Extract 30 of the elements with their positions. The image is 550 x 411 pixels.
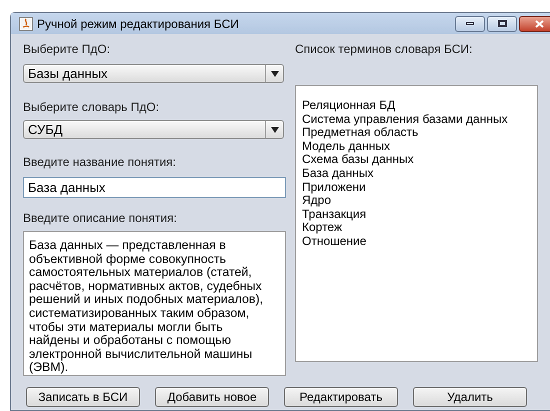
- concept-name-field[interactable]: База данных: [23, 177, 286, 198]
- close-button[interactable]: [519, 16, 550, 32]
- term-list-item[interactable]: Приложени: [302, 180, 531, 194]
- dropdown[interactable]: Базы данных: [23, 64, 284, 83]
- window-title: Ручной режим редактирования БСИ: [37, 16, 240, 32]
- term-list-item[interactable]: Ядро: [302, 194, 531, 208]
- action-button[interactable]: Добавить новое: [155, 387, 269, 407]
- term-list-item[interactable]: Схема базы данных: [302, 153, 531, 167]
- close-icon: [534, 20, 544, 28]
- term-list-item[interactable]: Транзакция: [302, 208, 531, 222]
- term-list-item[interactable]: Кортеж: [302, 221, 531, 235]
- term-list-item[interactable]: Предметная область: [302, 126, 531, 140]
- action-button[interactable]: Редактировать: [284, 387, 398, 407]
- action-button[interactable]: Удалить: [413, 387, 527, 407]
- maximize-button[interactable]: [487, 16, 517, 32]
- dropdown[interactable]: СУБД: [23, 120, 284, 139]
- field-label: Выберите словарь ПдО:: [23, 101, 160, 113]
- field-label: Введите название понятия:: [23, 156, 176, 168]
- field-label: Введите описание понятия:: [23, 212, 177, 224]
- term-list-item[interactable]: Реляционная БД: [302, 99, 531, 113]
- term-list-item[interactable]: База данных: [302, 166, 531, 181]
- field-label: Выберите ПдО:: [23, 43, 112, 55]
- term-list-item[interactable]: Модель данных: [302, 140, 531, 154]
- list-label: Список терминов словаря БСИ:: [295, 43, 474, 55]
- description-field[interactable]: База данных — представленная в объективной форме совокупность самостоятельных материалов (статей, расчётов, нормативных актов, судебных решений и иных подобных материалов), систематизированных таким образом, чтобы эти материалы могли быть найдены и обработаны с помощью электронной вычислительной машины (ЭВМ).: [23, 231, 286, 376]
- minimize-button[interactable]: [455, 16, 485, 32]
- term-list-item[interactable]: Отношение: [302, 234, 531, 249]
- app-icon: [19, 16, 33, 30]
- term-list-item[interactable]: Система управления базами данных: [302, 112, 531, 126]
- action-button[interactable]: Записать в БСИ: [26, 387, 140, 407]
